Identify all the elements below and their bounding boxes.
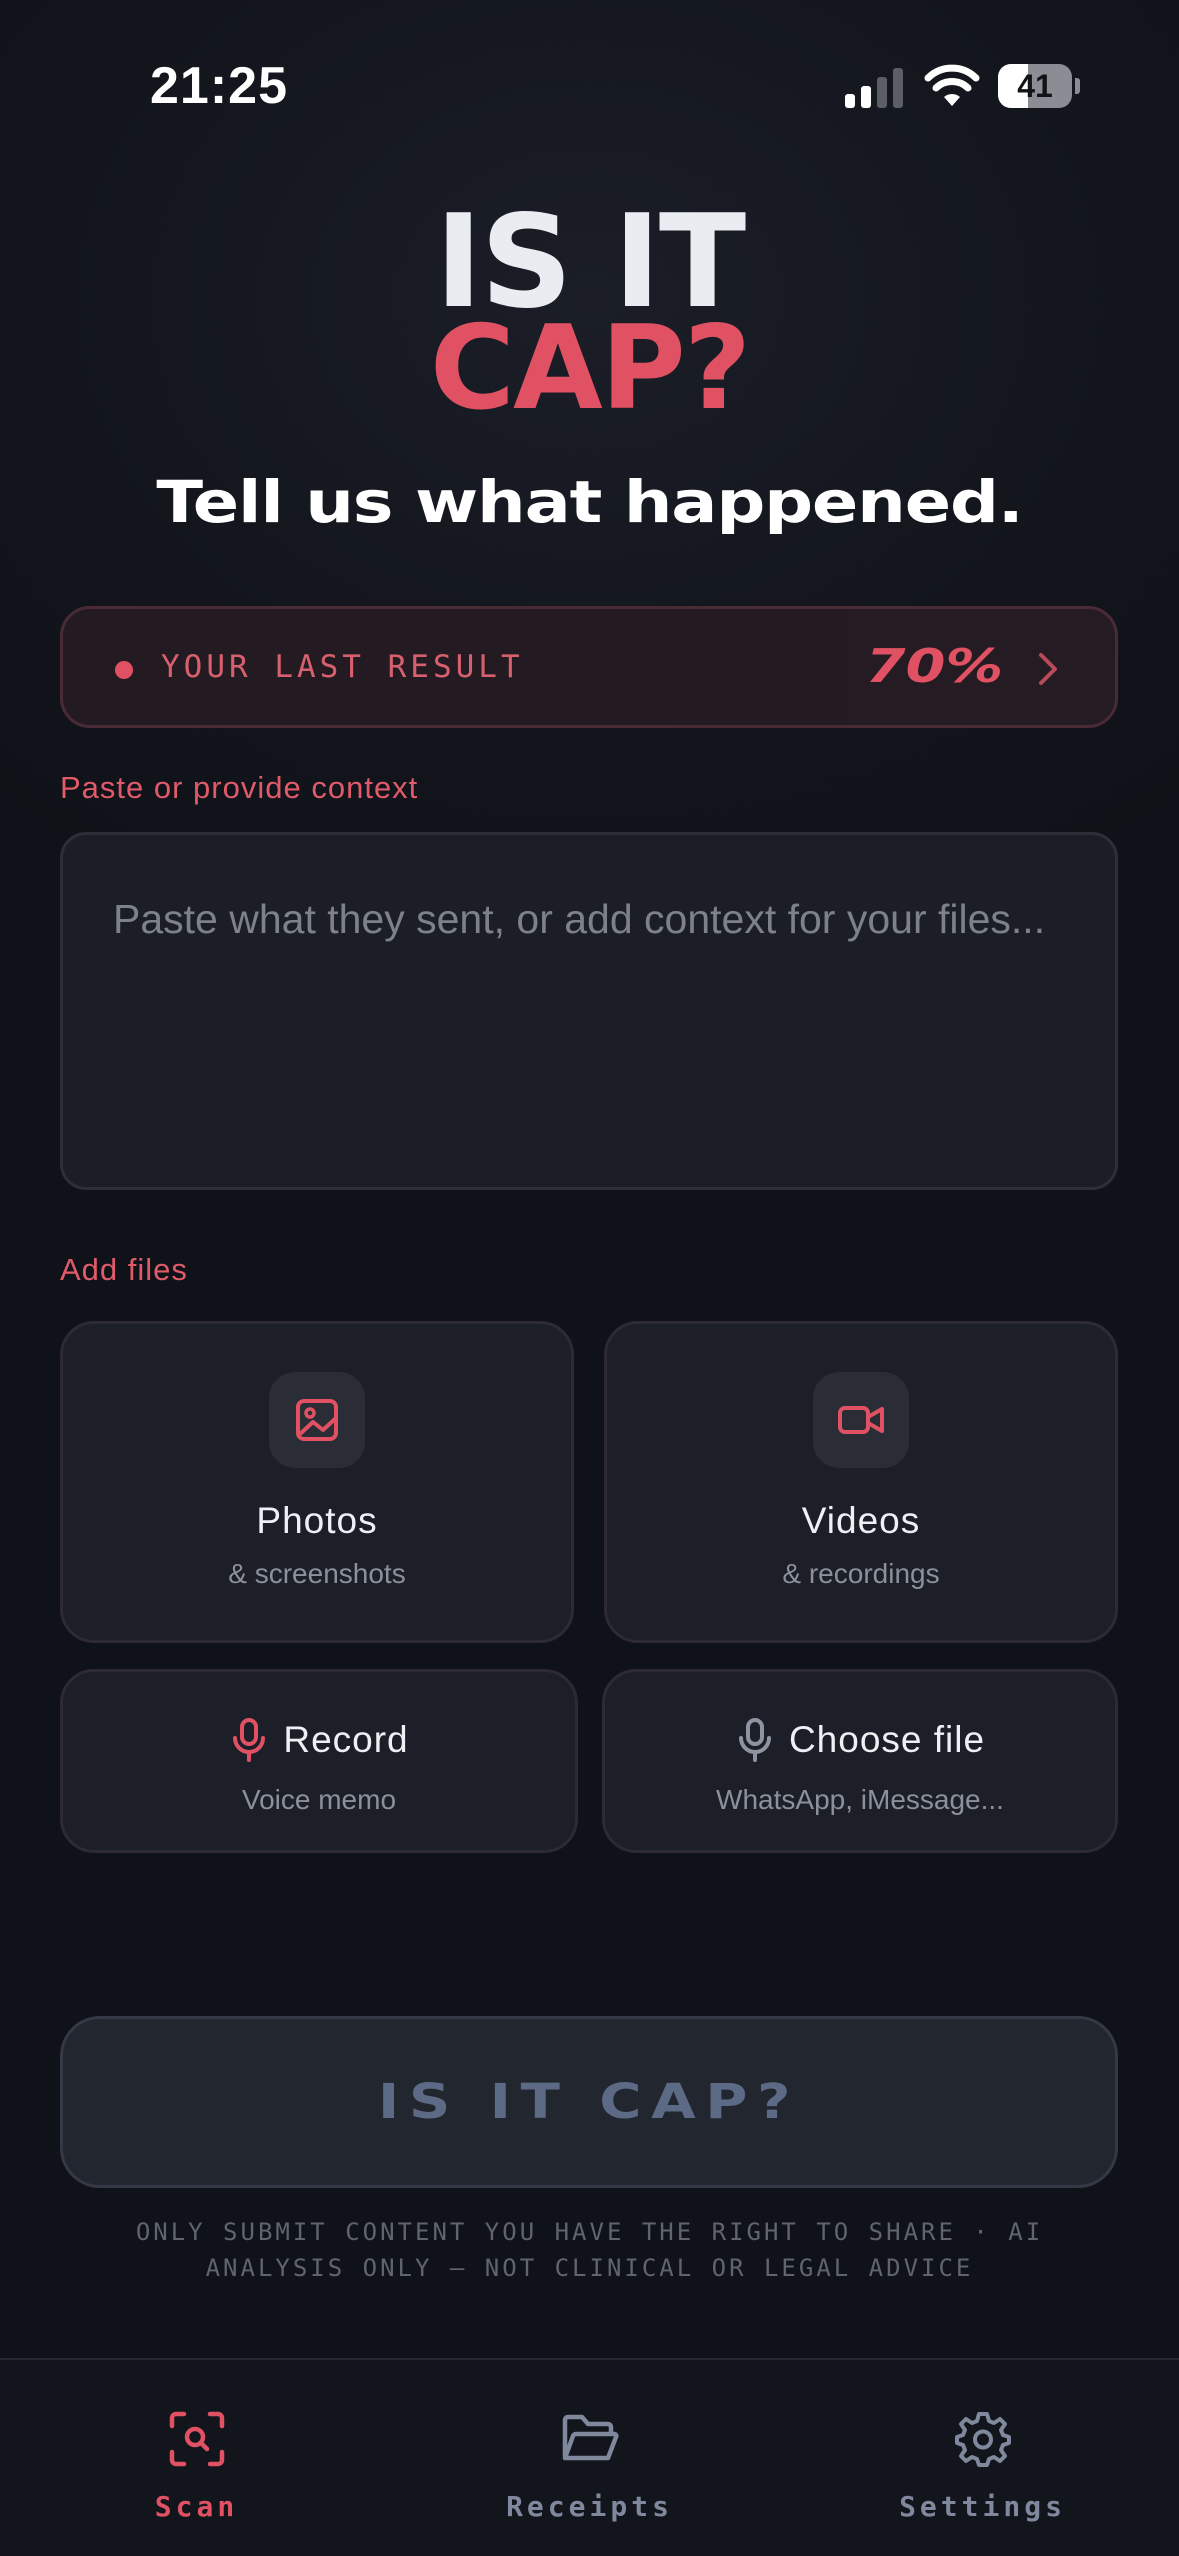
choose-file-subtitle: WhatsApp, iMessage... (716, 1784, 1004, 1815)
last-result-label: YOUR LAST RESULT (161, 649, 524, 685)
bottom-nav: Scan Receipts Settings (0, 2358, 1179, 2556)
photos-icon-box (269, 1372, 365, 1468)
nav-label-receipts: Receipts (506, 2490, 673, 2523)
last-result-value: 70% (865, 639, 1003, 693)
add-videos-button[interactable]: Videos & recordings (604, 1321, 1118, 1643)
status-bar: 21:25 41 (0, 0, 1179, 170)
videos-title: Videos (801, 1500, 921, 1541)
videos-subtitle: & recordings (782, 1558, 940, 1589)
nav-item-settings[interactable]: Settings (786, 2360, 1179, 2556)
video-icon (838, 1406, 884, 1434)
add-photos-button[interactable]: Photos & screenshots (60, 1321, 574, 1643)
files-section-label: Add files (60, 1252, 188, 1287)
nav-label-settings: Settings (899, 2490, 1066, 2523)
result-dot-icon (115, 661, 133, 679)
chevron-right-icon (1039, 653, 1057, 685)
record-title: Record (283, 1719, 409, 1760)
nav-label-scan: Scan (154, 2490, 239, 2523)
nav-item-receipts[interactable]: Receipts (393, 2360, 786, 2556)
page-headline: Tell us what happened. (156, 468, 1023, 536)
submit-button[interactable]: IS IT CAP? (60, 2016, 1118, 2188)
app-logo: IS IT CAP? (0, 199, 1179, 436)
image-icon (296, 1399, 338, 1441)
videos-icon-box (813, 1372, 909, 1468)
photos-title: Photos (256, 1500, 378, 1541)
context-input[interactable] (60, 832, 1118, 1190)
scan-icon (169, 2411, 224, 2467)
battery-icon: 41 (998, 64, 1080, 108)
nav-item-scan[interactable]: Scan (0, 2360, 393, 2556)
cellular-signal-icon (845, 68, 903, 108)
logo-line-2: CAP? (429, 301, 751, 436)
choose-file-button[interactable]: Choose file WhatsApp, iMessage... (602, 1669, 1118, 1853)
wifi-icon (924, 64, 980, 106)
gear-icon (954, 2412, 1011, 2467)
record-voice-button[interactable]: Record Voice memo (60, 1669, 578, 1853)
submit-label: IS IT CAP? (377, 2074, 801, 2130)
last-result-card[interactable]: YOUR LAST RESULT 70% (60, 606, 1118, 728)
folder-icon (562, 2414, 618, 2461)
record-subtitle: Voice memo (241, 1784, 397, 1815)
battery-level: 41 (1017, 68, 1053, 104)
photos-subtitle: & screenshots (228, 1558, 406, 1589)
disclaimer-text: ONLY SUBMIT CONTENT YOU HAVE THE RIGHT T… (135, 2218, 1044, 2282)
microphone-icon (233, 1718, 266, 1762)
microphone-icon (738, 1718, 771, 1762)
choose-file-title: Choose file (788, 1719, 986, 1760)
context-section-label: Paste or provide context (60, 770, 419, 805)
status-time: 21:25 (150, 57, 288, 115)
